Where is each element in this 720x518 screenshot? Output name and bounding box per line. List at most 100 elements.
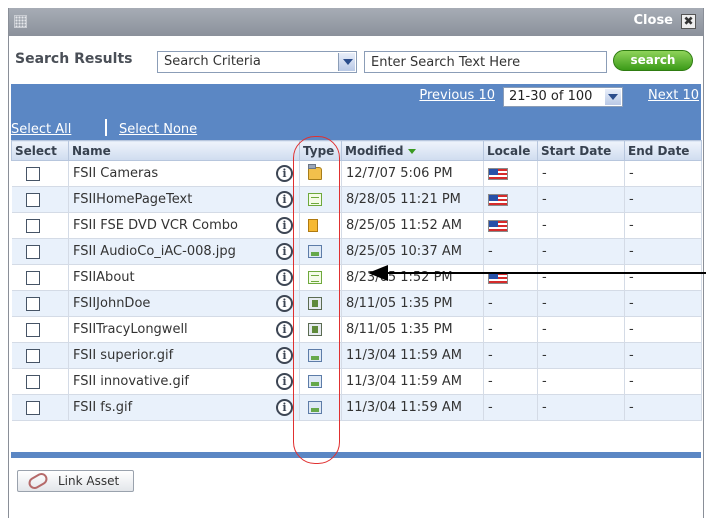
divider <box>105 119 107 136</box>
asset-name[interactable]: FSII Cameras <box>73 166 158 181</box>
asset-name[interactable]: FSIIAbout <box>73 270 135 285</box>
modified-cell: 8/25/05 10:37 AM <box>341 238 484 265</box>
previous-page-link[interactable]: Previous 10 <box>419 88 495 103</box>
close-icon[interactable]: ✖ <box>681 14 696 29</box>
col-header-modified[interactable]: Modified <box>341 140 484 161</box>
search-results-title: Search Results <box>15 51 133 67</box>
locale-cell <box>483 186 538 213</box>
start-date-cell: - <box>537 212 625 239</box>
info-icon[interactable]: i <box>276 191 293 208</box>
name-cell: FSIIAbout i <box>68 264 300 291</box>
table-row[interactable]: FSII FSE DVD VCR Combo i 8/25/05 11:52 AM -… <box>11 212 702 239</box>
col-header-locale[interactable]: Locale <box>483 140 538 161</box>
end-date-cell: - <box>624 186 702 213</box>
info-icon[interactable]: i <box>276 269 293 286</box>
end-date-cell: - <box>624 238 702 265</box>
results-table: Select Name Type Modified Locale Start D… <box>11 140 702 421</box>
info-icon[interactable]: i <box>276 243 293 260</box>
grip-icon[interactable] <box>14 15 27 28</box>
name-cell: FSII Cameras i <box>68 160 300 187</box>
asset-name[interactable]: FSII innovative.gif <box>73 374 189 389</box>
asset-name[interactable]: FSII superior.gif <box>73 348 173 363</box>
name-cell: FSIIJohnDoe i <box>68 290 300 317</box>
start-date-cell: - <box>537 238 625 265</box>
asset-name[interactable]: FSIIJohnDoe <box>73 296 150 311</box>
chevron-down-icon[interactable] <box>605 89 621 105</box>
search-button[interactable]: search <box>613 50 693 71</box>
row-checkbox[interactable] <box>25 348 40 363</box>
table-row[interactable]: FSII Cameras i 12/7/07 5:06 PM - - <box>11 160 702 187</box>
table-row[interactable]: FSII superior.gif i 11/3/04 11:59 AM - - - <box>11 342 702 369</box>
modified-cell: 11/3/04 11:59 AM <box>341 342 484 369</box>
page-range-value: 21-30 of 100 <box>509 89 593 104</box>
col-header-start-date[interactable]: Start Date <box>537 140 625 161</box>
asset-name[interactable]: FSIITracyLongwell <box>73 322 188 337</box>
modified-cell: 8/11/05 1:35 PM <box>341 316 484 343</box>
row-checkbox[interactable] <box>25 270 40 285</box>
info-icon[interactable]: i <box>276 399 293 416</box>
select-cell <box>11 264 69 291</box>
next-page-link[interactable]: Next 10 <box>648 88 699 103</box>
info-icon[interactable]: i <box>276 321 293 338</box>
start-date-cell: - <box>537 394 625 421</box>
table-row[interactable]: FSII innovative.gif i 11/3/04 11:59 AM - - - <box>11 368 702 395</box>
info-icon[interactable]: i <box>276 217 293 234</box>
name-cell: FSIITracyLongwell i <box>68 316 300 343</box>
search-criteria-select[interactable]: Search Criteria <box>157 51 357 73</box>
asset-name[interactable]: FSIIHomePageText <box>73 192 192 207</box>
col-header-name[interactable]: Name <box>68 140 300 161</box>
modified-cell: 11/3/04 11:59 AM <box>341 394 484 421</box>
info-icon[interactable]: i <box>276 347 293 364</box>
row-checkbox[interactable] <box>25 374 40 389</box>
modified-cell: 8/11/05 1:35 PM <box>341 290 484 317</box>
select-cell <box>11 212 69 239</box>
callout-arrow-head <box>368 265 388 281</box>
row-checkbox[interactable] <box>25 296 40 311</box>
table-row[interactable]: FSIIAbout i 8/23/05 1:52 PM - - <box>11 264 702 291</box>
search-input[interactable]: Enter Search Text Here <box>364 51 607 73</box>
locale-cell <box>483 264 538 291</box>
table-row[interactable]: FSIIJohnDoe i 8/11/05 1:35 PM - - - <box>11 290 702 317</box>
col-header-select: Select <box>11 140 69 161</box>
table-row[interactable]: FSII fs.gif i 11/3/04 11:59 AM - - - <box>11 394 702 421</box>
end-date-cell: - <box>624 316 702 343</box>
link-asset-button[interactable]: Link Asset <box>17 470 134 492</box>
locale-cell: - <box>483 368 538 395</box>
table-row[interactable]: FSIIHomePageText i 8/28/05 11:21 PM - - <box>11 186 702 213</box>
locale-value: - <box>488 400 493 415</box>
table-footer-bar <box>11 452 701 458</box>
select-none-link[interactable]: Select None <box>119 122 197 137</box>
row-checkbox[interactable] <box>25 322 40 337</box>
name-cell: FSIIHomePageText i <box>68 186 300 213</box>
asset-name[interactable]: FSII AudioCo_iAC-008.jpg <box>73 244 236 259</box>
title-bar[interactable]: Close ✖ <box>9 8 703 36</box>
info-icon[interactable]: i <box>276 165 293 182</box>
start-date-cell: - <box>537 290 625 317</box>
chevron-down-icon[interactable] <box>338 53 355 71</box>
row-checkbox[interactable] <box>25 166 40 181</box>
table-row[interactable]: FSIITracyLongwell i 8/11/05 1:35 PM - - - <box>11 316 702 343</box>
page-range-select[interactable]: 21-30 of 100 <box>503 87 623 107</box>
select-cell <box>11 316 69 343</box>
search-criteria-value: Search Criteria <box>164 54 261 69</box>
close-label[interactable]: Close <box>634 13 673 28</box>
table-row[interactable]: FSII AudioCo_iAC-008.jpg i 8/25/05 10:37 A… <box>11 238 702 265</box>
start-date-cell: - <box>537 160 625 187</box>
asset-name[interactable]: FSII FSE DVD VCR Combo <box>73 218 238 233</box>
search-bar: Search Results Search Criteria Enter Sea… <box>9 36 703 86</box>
select-all-link[interactable]: Select All <box>11 122 71 137</box>
row-checkbox[interactable] <box>25 400 40 415</box>
start-date-cell: - <box>537 368 625 395</box>
asset-name[interactable]: FSII fs.gif <box>73 400 132 415</box>
name-cell: FSII superior.gif i <box>68 342 300 369</box>
us-flag-icon <box>488 167 508 180</box>
col-header-end-date[interactable]: End Date <box>624 140 702 161</box>
select-cell <box>11 342 69 369</box>
select-cell <box>11 394 69 421</box>
info-icon[interactable]: i <box>276 295 293 312</box>
locale-value: - <box>488 322 493 337</box>
row-checkbox[interactable] <box>25 218 40 233</box>
info-icon[interactable]: i <box>276 373 293 390</box>
row-checkbox[interactable] <box>25 192 40 207</box>
row-checkbox[interactable] <box>25 244 40 259</box>
